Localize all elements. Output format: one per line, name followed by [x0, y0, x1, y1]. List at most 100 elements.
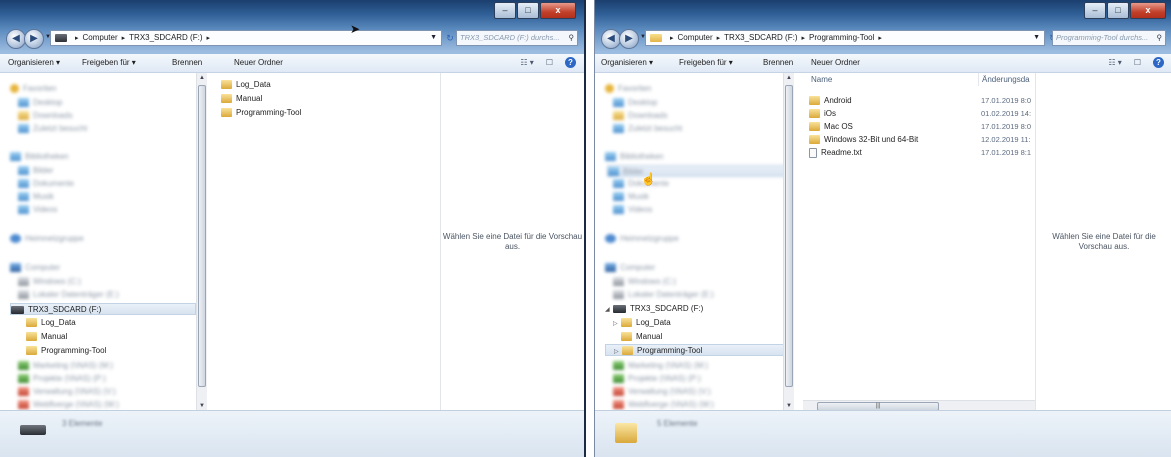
nav-network-p[interactable]: Projekte (\\NAS) (P:) [18, 373, 106, 385]
breadcrumb-drive[interactable]: TRX3_SDCARD (F:) [129, 33, 202, 42]
organize-menu[interactable]: Organisieren ▾ [601, 54, 653, 72]
close-button[interactable]: x [1130, 2, 1166, 19]
nav-libraries[interactable]: Bibliotheken [10, 151, 69, 163]
file-item[interactable]: Log_Data [221, 79, 271, 90]
nav-music[interactable]: Musik [613, 191, 649, 203]
nav-network-v[interactable]: Verwaltung (\\NAS) (V:) [613, 386, 711, 398]
file-item[interactable]: Manual [221, 93, 262, 104]
nav-documents[interactable]: Dokumente [18, 178, 74, 190]
nav-desktop[interactable]: Desktop [18, 97, 62, 109]
scroll-up-icon[interactable]: ▲ [784, 73, 794, 83]
nav-pictures[interactable]: Bilder [607, 165, 787, 177]
nav-homegroup[interactable]: Heimnetzgruppe [605, 233, 679, 245]
folder-icon [615, 423, 637, 443]
file-item[interactable]: Android [809, 95, 852, 106]
back-arrow-icon[interactable]: ◀ [6, 29, 26, 49]
share-menu[interactable]: Freigeben für ▾ [679, 54, 733, 72]
breadcrumb-computer[interactable]: Computer [83, 33, 118, 42]
homegroup-icon [605, 234, 616, 244]
nav-libraries[interactable]: Bibliotheken [605, 151, 664, 163]
file-item[interactable]: iOs [809, 108, 836, 119]
nav-downloads[interactable]: Downloads [18, 110, 73, 122]
nav-computer[interactable]: Computer [605, 262, 655, 274]
nav-log-data[interactable]: ▷ Log_Data [613, 317, 671, 329]
nav-network-m[interactable]: Marketing (\\NAS) (M:) [613, 360, 708, 372]
burn-button[interactable]: Brennen [763, 54, 793, 72]
nav-computer[interactable]: Computer [10, 262, 60, 274]
address-bar[interactable]: ▸ Computer ▸ TRX3_SDCARD (F:) ▸ ▼ [50, 30, 442, 46]
nav-drive-e[interactable]: Lokaler Datenträger (E:) [613, 289, 714, 301]
search-input[interactable]: TRX3_SDCARD (F:) durchs... ⚲ [456, 30, 578, 46]
nav-pictures[interactable]: Bilder [18, 165, 53, 177]
nav-recent[interactable]: Zuletzt besucht [613, 123, 682, 135]
nav-scroll-thumb[interactable] [198, 85, 206, 387]
nav-videos[interactable]: Videos [613, 204, 652, 216]
maximize-button[interactable]: □ [517, 2, 539, 19]
nav-network-p[interactable]: Projekte (\\NAS) (P:) [613, 373, 701, 385]
back-arrow-icon[interactable]: ◀ [601, 29, 621, 49]
nav-sd-drive[interactable]: ◢ TRX3_SDCARD (F:) [605, 303, 703, 315]
file-item[interactable]: Programming-Tool [221, 107, 301, 118]
file-item[interactable]: Windows 32-Bit und 64-Bit [809, 134, 918, 145]
nav-windows-c[interactable]: Windows (C:) [18, 276, 81, 288]
share-menu[interactable]: Freigeben für ▾ [82, 54, 136, 72]
file-item[interactable]: Readme.txt [809, 147, 862, 158]
nav-manual[interactable]: Manual [26, 331, 67, 343]
nav-drive-e[interactable]: Lokaler Datenträger (E:) [18, 289, 119, 301]
nav-programming-tool[interactable]: Programming-Tool [26, 345, 106, 357]
nav-music[interactable]: Musik [18, 191, 54, 203]
search-icon[interactable]: ⚲ [569, 31, 575, 45]
nav-scroll-thumb[interactable] [785, 85, 793, 387]
maximize-button[interactable]: □ [1107, 2, 1129, 19]
nav-videos[interactable]: Videos [18, 204, 57, 216]
column-header-modified[interactable]: Änderungsda [978, 73, 1030, 86]
nav-desktop[interactable]: Desktop [613, 97, 657, 109]
view-options-icon[interactable]: ☷ ▾ [1108, 54, 1121, 72]
preview-pane-icon[interactable]: ☐ [546, 54, 553, 72]
help-icon[interactable]: ? [565, 57, 576, 68]
minimize-button[interactable]: – [1084, 2, 1106, 19]
collapsed-arrow-icon[interactable]: ▷ [614, 346, 622, 358]
title-bar[interactable]: – □ x ◀ ▶ ▼ ▸ Computer ▸ TRX3_SDCARD (F:) ▸ … [0, 0, 584, 54]
breadcrumb-folder[interactable]: Programming-Tool [809, 33, 874, 42]
address-bar[interactable]: ▸ Computer ▸ TRX3_SDCARD (F:) ▸ Programming-T… [645, 30, 1045, 46]
help-icon[interactable]: ? [1153, 57, 1164, 68]
column-header-name[interactable]: Name [811, 73, 832, 86]
nav-scrollbar[interactable]: ▲ ▼ [783, 73, 794, 411]
forward-arrow-icon[interactable]: ▶ [24, 29, 44, 49]
nav-favorites[interactable]: Favoriten [10, 83, 56, 95]
nav-scrollbar[interactable]: ▲ ▼ [196, 73, 207, 411]
nav-recent[interactable]: Zuletzt besucht [18, 123, 87, 135]
nav-network-m[interactable]: Marketing (\\NAS) (M:) [18, 360, 113, 372]
collapsed-arrow-icon[interactable]: ▷ [613, 318, 621, 330]
forward-arrow-icon[interactable]: ▶ [619, 29, 639, 49]
breadcrumb-drive[interactable]: TRX3_SDCARD (F:) [724, 33, 797, 42]
file-item[interactable]: Mac OS [809, 121, 853, 132]
title-bar[interactable]: – □ x ◀ ▶ ▼ ▸ Computer ▸ TRX3_SDCARD (F:) ▸ P… [595, 0, 1171, 54]
burn-button[interactable]: Brennen [172, 54, 202, 72]
minimize-button[interactable]: – [494, 2, 516, 19]
nav-sd-drive[interactable]: TRX3_SDCARD (F:) [10, 303, 196, 315]
nav-favorites[interactable]: Favoriten [605, 83, 651, 95]
view-options-icon[interactable]: ☷ ▾ [520, 54, 533, 72]
search-input[interactable]: Programming-Tool durchs... ⚲ [1052, 30, 1166, 46]
breadcrumb-computer[interactable]: Computer [678, 33, 713, 42]
organize-menu[interactable]: Organisieren ▾ [8, 54, 60, 72]
nav-manual[interactable]: Manual [621, 331, 662, 343]
nav-windows-c[interactable]: Windows (C:) [613, 276, 676, 288]
preview-pane-icon[interactable]: ☐ [1134, 54, 1141, 72]
nav-log-data[interactable]: Log_Data [26, 317, 76, 329]
expanded-arrow-icon[interactable]: ◢ [605, 304, 613, 316]
new-folder-button[interactable]: Neuer Ordner [234, 54, 283, 72]
close-button[interactable]: x [540, 2, 576, 19]
nav-downloads[interactable]: Downloads [613, 110, 668, 122]
nav-homegroup[interactable]: Heimnetzgruppe [10, 233, 84, 245]
nav-programming-tool[interactable]: ▷ Programming-Tool [605, 344, 785, 356]
search-icon[interactable]: ⚲ [1157, 31, 1163, 45]
address-dropdown-icon[interactable]: ▼ [430, 31, 437, 45]
scroll-up-icon[interactable]: ▲ [197, 73, 207, 83]
nav-network-v[interactable]: Verwaltung (\\NAS) (V:) [18, 386, 116, 398]
address-dropdown-icon[interactable]: ▼ [1033, 31, 1040, 45]
new-folder-button[interactable]: Neuer Ordner [811, 54, 860, 72]
folder-icon [809, 109, 820, 119]
